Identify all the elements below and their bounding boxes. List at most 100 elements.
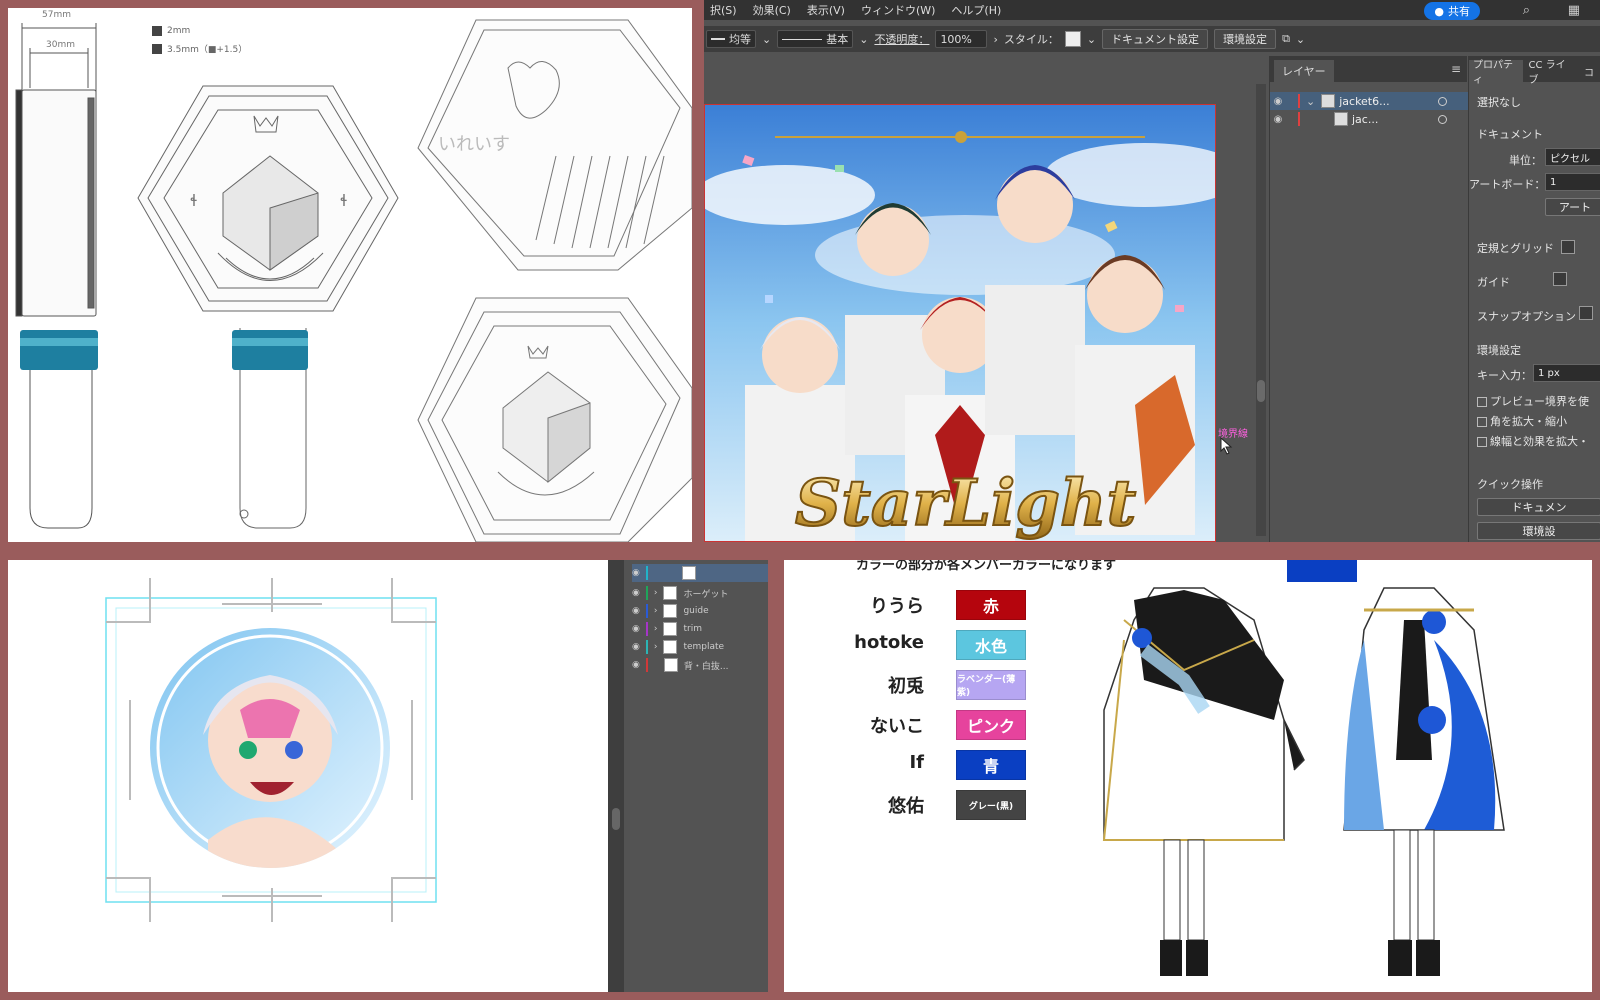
handle-ring-front <box>232 330 308 370</box>
eye-icon[interactable]: ◉ <box>632 588 640 598</box>
search-icon[interactable]: ⌕ <box>1523 3 1530 18</box>
artboard[interactable]: StarLight <box>704 104 1216 542</box>
preferences-button[interactable]: 環境設定 <box>1214 29 1277 49</box>
eye-icon[interactable]: ◉ <box>632 606 640 616</box>
target-icon[interactable] <box>1438 114 1447 124</box>
costume-illustrations <box>1102 587 1505 976</box>
snap-icon[interactable] <box>1579 306 1593 320</box>
checkbox[interactable] <box>1477 437 1487 447</box>
opacity-label[interactable]: 不透明度： <box>874 31 929 47</box>
layer-name[interactable]: ホーゲット <box>683 587 728 600</box>
layer-row[interactable]: ◉ 背・白抜... <box>632 656 768 674</box>
scrollbar-thumb[interactable] <box>1257 380 1265 402</box>
chevron-right-icon[interactable]: › <box>654 588 658 598</box>
eye-icon[interactable]: ◉ <box>632 568 640 578</box>
layer-row[interactable]: ◉ › trim <box>632 620 768 638</box>
vertical-scrollbar[interactable] <box>1256 84 1266 536</box>
divider-grip[interactable] <box>612 808 620 830</box>
ruler-icon[interactable] <box>1561 240 1575 254</box>
key-input-value: 1 px <box>1538 367 1560 379</box>
eye-icon[interactable]: ◉ <box>632 660 640 670</box>
artboard-edit-button[interactable]: アート <box>1545 198 1600 216</box>
layer-name[interactable]: jac... <box>1352 113 1378 126</box>
target-icon[interactable] <box>1438 96 1447 106</box>
artboard-label: アートボード： <box>1469 178 1546 191</box>
panel-divider[interactable] <box>608 560 624 992</box>
chevron-right-icon[interactable]: › <box>654 606 658 616</box>
menu-item-select[interactable]: 択(S) <box>710 2 737 18</box>
checkbox-row[interactable]: 角を拡大・縮小 <box>1477 413 1567 429</box>
brush-dropdown[interactable]: 基本 <box>777 30 854 48</box>
layer-name[interactable]: guide <box>683 606 708 616</box>
chevron-right-icon[interactable]: › <box>654 624 658 634</box>
properties-panel: プロパティ CC ライブ コ 選択なし ドキュメント 単位： ピクセル アートボ… <box>1468 56 1600 542</box>
checkbox-row[interactable]: プレビュー境界を使 <box>1477 393 1589 409</box>
checkbox[interactable] <box>1477 417 1487 427</box>
tab-other[interactable]: コ <box>1578 60 1600 82</box>
chevron-down-icon[interactable]: ⌄ <box>859 33 868 46</box>
chevron-right-icon[interactable]: › <box>654 642 658 652</box>
layers-tabbar: レイヤー <box>1270 56 1467 82</box>
layer-row[interactable]: ◉ <box>632 564 768 582</box>
tab-layers[interactable]: レイヤー <box>1274 60 1334 82</box>
layer-row[interactable]: ◉ › guide <box>632 602 768 620</box>
layer-name[interactable]: trim <box>683 624 702 634</box>
chevron-down-icon[interactable]: ⌄ <box>1296 33 1305 46</box>
layer-name[interactable]: template <box>683 642 724 652</box>
menu-item-view[interactable]: 表示(V) <box>807 2 845 18</box>
share-button[interactable]: ● 共有 <box>1424 2 1480 20</box>
preferences-quick-button[interactable]: 環境設 <box>1477 522 1600 540</box>
layer-thumbnail <box>681 566 696 580</box>
svg-text:ɬ: ɬ <box>190 191 198 210</box>
checkbox[interactable] <box>1477 397 1487 407</box>
chevron-right-icon[interactable]: › <box>993 33 997 46</box>
properties-tabbar: プロパティ CC ライブ コ <box>1469 56 1600 86</box>
guides-icon[interactable] <box>1553 272 1567 286</box>
key-input-field[interactable]: 1 px <box>1533 364 1600 382</box>
checkbox-row[interactable]: 線幅と効果を拡大・ <box>1477 433 1589 449</box>
artboard-value: 1 <box>1550 176 1557 188</box>
character-blue-hair <box>985 165 1085 435</box>
eye-icon[interactable]: ◉ <box>1270 96 1286 107</box>
document-settings-button[interactable]: ドキュメント設定 <box>1102 29 1209 49</box>
layer-row[interactable]: ◉ ⌄ jacket6... <box>1270 92 1468 110</box>
arrange-icon[interactable]: ⧉ <box>1282 32 1290 46</box>
menu-item-help[interactable]: ヘルプ(H) <box>951 2 1001 18</box>
layer-row[interactable]: ◉ › template <box>632 638 768 656</box>
brush-value: 基本 <box>826 33 849 46</box>
opacity-field[interactable]: 100% <box>935 30 988 48</box>
can-badge-template <box>105 578 437 922</box>
canvas-area[interactable]: StarLight 境界線 <box>704 56 1266 542</box>
eye-icon[interactable]: ◉ <box>632 642 640 652</box>
chevron-down-icon[interactable]: ⌄ <box>1306 95 1315 108</box>
menu-item-window[interactable]: ウィンドウ(W) <box>861 2 935 18</box>
menu-item-effect[interactable]: 効果(C) <box>753 2 791 18</box>
layer-thumbnail <box>663 640 678 654</box>
style-swatch[interactable] <box>1064 31 1081 47</box>
layer-row[interactable]: ◉ › ホーゲット <box>632 584 768 602</box>
layer-name[interactable]: jacket6... <box>1339 95 1389 108</box>
perspective-front-view <box>417 297 692 542</box>
eye-icon[interactable]: ◉ <box>632 624 640 634</box>
legend-label: 3.5mm（■+1.5） <box>167 45 248 55</box>
tab-cc-libraries[interactable]: CC ライブ <box>1523 60 1578 86</box>
layer-name[interactable]: 背・白抜... <box>684 659 729 672</box>
tab-properties[interactable]: プロパティ <box>1469 60 1523 86</box>
panel-menu-icon[interactable]: ≡ <box>1451 62 1461 76</box>
legend-row: 3.5mm（■+1.5） <box>152 42 247 55</box>
dim-top-label: 57mm <box>42 10 71 20</box>
layer-thumbnail <box>663 604 678 618</box>
front-view: ɬ ɬ <box>137 85 399 529</box>
artboard-field[interactable]: 1 <box>1545 173 1600 191</box>
unit-dropdown[interactable]: ピクセル <box>1545 148 1600 166</box>
layer-row[interactable]: ◉ jac... <box>1270 110 1468 128</box>
stroke-profile-dropdown[interactable]: 均等 <box>706 30 756 48</box>
cursor-icon <box>1220 437 1233 455</box>
chevron-down-icon[interactable]: ⌄ <box>762 33 771 46</box>
eye-icon[interactable]: ◉ <box>1270 114 1286 125</box>
document-settings-quick-button[interactable]: ドキュメン <box>1477 498 1600 516</box>
chevron-down-icon[interactable]: ⌄ <box>1087 33 1096 46</box>
emboss-text: いれいす <box>438 134 510 155</box>
workspace-icon[interactable]: ▦ <box>1568 3 1580 18</box>
layer-color-bar <box>1298 112 1300 126</box>
